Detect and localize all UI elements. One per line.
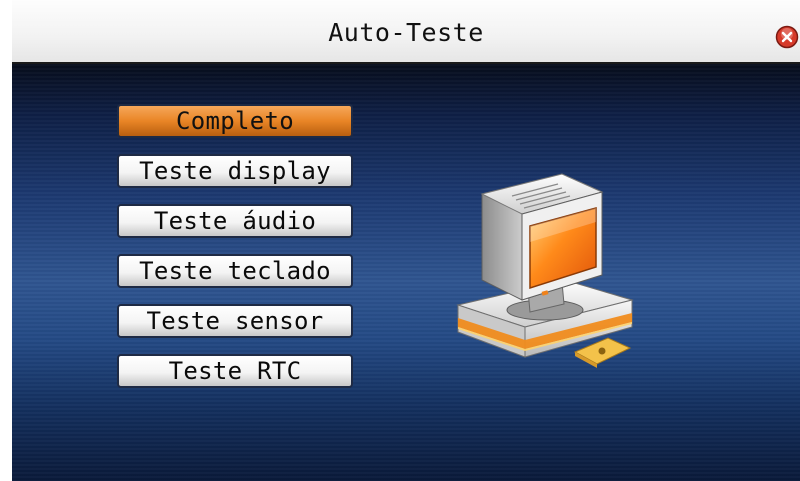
- window-title: Auto-Teste: [328, 18, 484, 47]
- menu-item-label: Teste sensor: [146, 307, 324, 335]
- menu-item-label: Teste display: [139, 157, 331, 185]
- menu-item-teste-teclado[interactable]: Teste teclado: [117, 254, 353, 288]
- screen-border: [0, 0, 12, 481]
- menu-item-completo[interactable]: Completo: [117, 104, 353, 138]
- test-menu: Completo Teste display Teste áudio Teste…: [117, 104, 357, 404]
- menu-item-teste-sensor[interactable]: Teste sensor: [117, 304, 353, 338]
- menu-item-teste-audio[interactable]: Teste áudio: [117, 204, 353, 238]
- menu-item-label: Teste áudio: [153, 207, 317, 235]
- menu-item-teste-rtc[interactable]: Teste RTC: [117, 354, 353, 388]
- close-icon[interactable]: [775, 25, 799, 49]
- menu-item-label: Teste RTC: [168, 357, 302, 385]
- menu-item-label: Teste teclado: [139, 257, 331, 285]
- menu-item-label: Completo: [176, 107, 294, 135]
- computer-icon: [456, 173, 634, 368]
- menu-item-teste-display[interactable]: Teste display: [117, 154, 353, 188]
- title-bar: Auto-Teste: [12, 0, 800, 64]
- device-screen: Auto-Teste Completo Teste display Teste …: [0, 0, 800, 481]
